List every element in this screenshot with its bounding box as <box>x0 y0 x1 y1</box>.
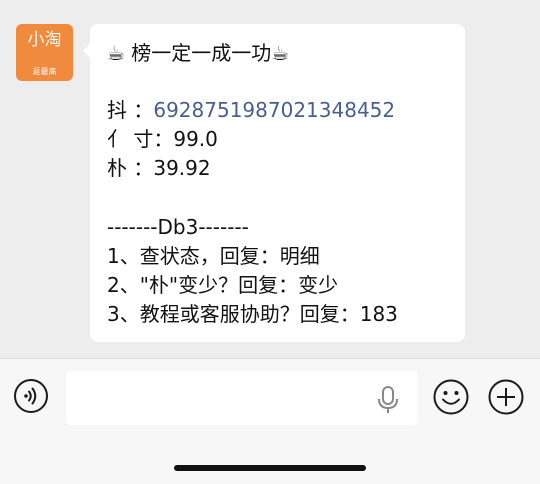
order-number-link[interactable]: 692875198702134845​2 <box>153 98 395 122</box>
message-line-cun: 亻 寸：99.0 <box>107 127 218 151</box>
dou-label: 抖 ： <box>107 98 154 122</box>
emoji-icon[interactable] <box>433 379 469 415</box>
message-line-dou: 抖 ：692875198702134845​2 <box>107 95 395 125</box>
message-bubble[interactable]: ☕ 榜一定一成一功☕ 抖 ：692875198702134845​2 亻 寸：9… <box>83 24 465 342</box>
input-bar <box>0 358 540 484</box>
avatar-logo-text: 小淘 <box>27 30 62 50</box>
avatar-logo-subtext: 返最高 <box>32 67 57 76</box>
message-input[interactable] <box>66 371 418 425</box>
message-divider-line: -------Db3------- <box>107 215 249 239</box>
home-indicator[interactable] <box>174 465 366 471</box>
message-option-3: 3、教程或客服协助？回复：183 <box>107 302 398 326</box>
chat-area: 小淘 返最高 ☕ 榜一定一成一功☕ 抖 ：692875198702134845​… <box>0 0 540 358</box>
plus-icon[interactable] <box>488 379 524 415</box>
voice-icon[interactable] <box>14 379 48 413</box>
message-title: ☕ 榜一定一成一功☕ <box>107 41 290 65</box>
sender-avatar[interactable]: 小淘 返最高 <box>16 24 73 81</box>
bubble-tail <box>83 44 90 58</box>
message-option-1: 1、查状态，回复：明细 <box>107 244 320 268</box>
message-option-2: 2、"朴"变少？回复：变少 <box>107 273 339 297</box>
mic-icon[interactable] <box>376 386 400 414</box>
message-line-pu: 朴 ：39.92 <box>107 156 211 180</box>
